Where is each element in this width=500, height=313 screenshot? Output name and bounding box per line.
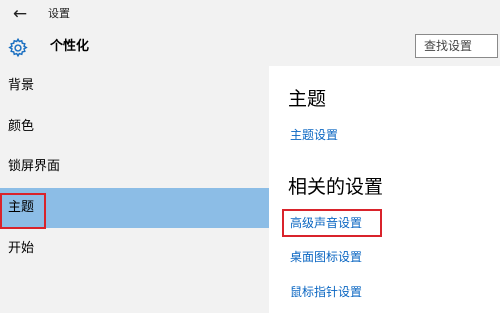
sidebar-item-colors[interactable]: 颜色 — [0, 107, 269, 147]
theme-settings-link[interactable]: 主题设置 — [290, 127, 338, 143]
sidebar-item-lock-screen[interactable]: 锁屏界面 — [0, 147, 269, 187]
search-input[interactable]: 查找设置 — [415, 34, 498, 58]
window-title: 设置 — [48, 7, 70, 20]
highlight-box — [0, 193, 46, 229]
sidebar-item-label: 背景 — [8, 78, 35, 93]
sidebar-item-label: 锁屏界面 — [8, 159, 61, 174]
desktop-icon-settings-link[interactable]: 桌面图标设置 — [290, 249, 362, 265]
sidebar-item-label: 开始 — [8, 241, 35, 256]
back-button[interactable]: ← — [0, 0, 40, 28]
sidebar-item-background[interactable]: 背景 — [0, 66, 269, 106]
page-title: 个性化 — [50, 39, 90, 54]
arrow-left-icon: ← — [12, 4, 28, 24]
sidebar-item-start[interactable]: 开始 — [0, 229, 269, 269]
section-title-related-settings: 相关的设置 — [288, 176, 384, 198]
section-title-themes: 主题 — [288, 88, 327, 110]
gear-icon — [8, 37, 28, 58]
mouse-pointer-settings-link[interactable]: 鼠标指针设置 — [290, 284, 362, 300]
highlight-box — [282, 209, 382, 237]
title-bar — [0, 0, 500, 28]
sidebar-item-label: 颜色 — [8, 119, 35, 134]
